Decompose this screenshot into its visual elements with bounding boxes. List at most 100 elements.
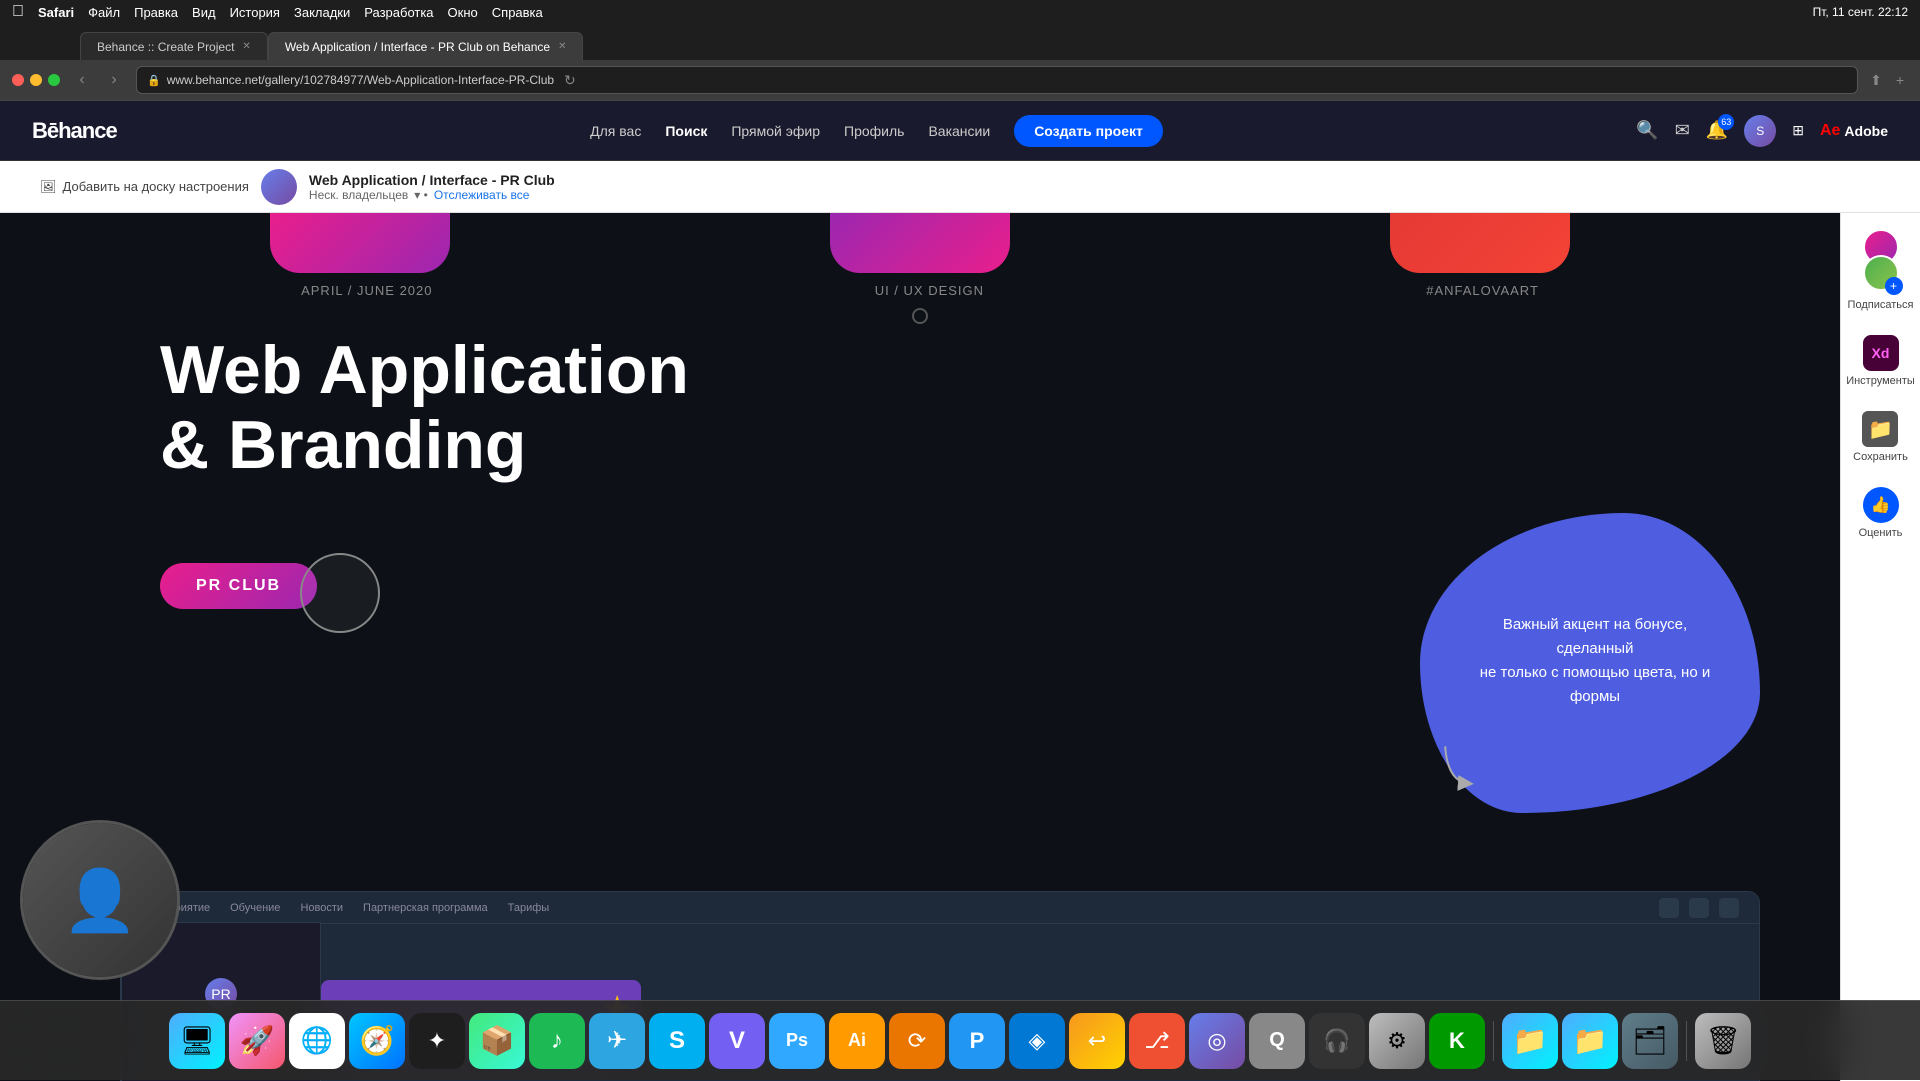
dock-arrow[interactable]: ↩ Arrow	[1069, 1013, 1125, 1069]
qbit-icon: Q	[1269, 1029, 1285, 1052]
mood-board-button[interactable]: 🖼 Добавить на доску настроения	[40, 179, 249, 195]
dock-rocket[interactable]: 🚀 Rocket	[229, 1013, 285, 1069]
store-icon: 📦	[480, 1024, 515, 1057]
sidebar-rate[interactable]: 👍 Оценить	[1859, 487, 1903, 539]
nav-search[interactable]: Поиск	[665, 123, 707, 139]
menu-bookmarks[interactable]: Закладки	[294, 5, 350, 20]
chrome-icon: 🌐	[301, 1025, 333, 1056]
project-info: Web Application / Interface - PR Club Не…	[309, 172, 555, 202]
git-icon: ⎇	[1144, 1028, 1169, 1054]
traffic-light-red[interactable]	[12, 74, 24, 86]
mockup-icon-3	[1719, 898, 1739, 918]
browser-tab-0[interactable]: Behance :: Create Project ✕	[80, 32, 268, 60]
mockup-nav-1[interactable]: Обучение	[230, 902, 280, 914]
pr-club-button[interactable]: PR CLUB	[160, 563, 317, 609]
dock-audio[interactable]: 🎧 Audio	[1309, 1013, 1365, 1069]
tab-close-1[interactable]: ✕	[558, 41, 566, 52]
blob-text: Важный акцент на бонусе, сделанный не то…	[1470, 613, 1720, 709]
menu-safari[interactable]: Safari	[38, 5, 74, 20]
mockup-nav-4[interactable]: Тарифы	[508, 902, 550, 914]
grid-icon[interactable]: ⊞	[1792, 122, 1804, 139]
save-icon: 📁	[1862, 411, 1898, 447]
nav-for-you[interactable]: Для вас	[590, 123, 641, 139]
dock-qbit[interactable]: Q qBittorrent	[1249, 1013, 1305, 1069]
dock-folder1[interactable]: 📁 Downloads	[1502, 1013, 1558, 1069]
create-project-button[interactable]: Создать проект	[1014, 115, 1163, 147]
dock-safari[interactable]: 🧭 Safari	[349, 1013, 405, 1069]
tab-close-0[interactable]: ✕	[242, 41, 250, 52]
notification-badge: 63	[1718, 114, 1734, 130]
mail-icon[interactable]: ✉	[1675, 120, 1690, 141]
address-bar[interactable]: 🔒 www.behance.net/gallery/102784977/Web-…	[136, 66, 1858, 94]
browser-tab-1[interactable]: Web Application / Interface - PR Club on…	[268, 32, 584, 60]
nav-jobs[interactable]: Вакансии	[928, 123, 990, 139]
menu-history[interactable]: История	[230, 5, 280, 20]
dock-folder3[interactable]: 🗂 Documents	[1622, 1013, 1678, 1069]
follow-all-link[interactable]: Отслеживать все	[434, 188, 530, 202]
dock-photolens[interactable]: ◎ Photo Lens	[1189, 1013, 1245, 1069]
dock-spotify[interactable]: ♪ Spotify	[529, 1013, 585, 1069]
figma-icon: ✦	[428, 1028, 446, 1054]
dock-skype[interactable]: S Skype	[649, 1013, 705, 1069]
header-avatar[interactable]: S	[1744, 115, 1776, 147]
traffic-lights	[12, 74, 60, 86]
color-bar-pink	[270, 213, 450, 273]
nav-profile[interactable]: Профиль	[844, 123, 904, 139]
menu-file[interactable]: Файл	[88, 5, 120, 20]
behance-logo[interactable]: Bēhance	[32, 118, 117, 144]
sidebar-tools[interactable]: Xd Инструменты	[1846, 335, 1915, 387]
dock-ps[interactable]: Ps Photoshop	[769, 1013, 825, 1069]
menu-edit[interactable]: Правка	[134, 5, 178, 20]
menu-view[interactable]: Вид	[192, 5, 216, 20]
menu-help[interactable]: Справка	[492, 5, 543, 20]
menu-develop[interactable]: Разработка	[364, 5, 433, 20]
mockup-nav-3[interactable]: Партнерская программа	[363, 902, 488, 914]
dock-folder2[interactable]: 📁 Folder	[1562, 1013, 1618, 1069]
traffic-light-green[interactable]	[48, 74, 60, 86]
dock-git[interactable]: ⎇ Git	[1129, 1013, 1185, 1069]
project-view: APRIL / JUNE 2020 UI / UX DESIGN #ANFALO…	[0, 213, 1840, 1081]
folder2-icon: 📁	[1573, 1024, 1608, 1057]
forward-button[interactable]: ›	[100, 66, 128, 94]
dock-settings[interactable]: ⚙ System Preferences	[1369, 1013, 1425, 1069]
add-bookmark-button[interactable]: +	[1892, 68, 1908, 92]
dock-ai[interactable]: Ai Illustrator	[829, 1013, 885, 1069]
sidebar-save[interactable]: 📁 Сохранить	[1853, 411, 1908, 463]
mac-dock: 🖥 Finder 🚀 Rocket 🌐 Chrome 🧭 Safari ✦ Fi…	[0, 1000, 1920, 1080]
dock-viber[interactable]: V Viber	[709, 1013, 765, 1069]
dock-blender[interactable]: ⟳ Blender	[889, 1013, 945, 1069]
dock-chrome[interactable]: 🌐 Chrome	[289, 1013, 345, 1069]
skype-icon: S	[669, 1027, 685, 1055]
like-button[interactable]: 👍	[1863, 487, 1899, 523]
traffic-light-yellow[interactable]	[30, 74, 42, 86]
menubar-right: Пт, 11 сент. 22:12	[1813, 5, 1908, 19]
share-button[interactable]: ⬆	[1866, 68, 1886, 93]
apple-logo-icon[interactable]: 	[12, 3, 24, 21]
reload-button[interactable]: ↻	[564, 72, 576, 89]
notification-icon[interactable]: 🔔 63	[1706, 120, 1728, 141]
mockup-nav-2[interactable]: Новости	[300, 902, 343, 914]
dock-store[interactable]: 📦 Store	[469, 1013, 525, 1069]
datetime-display: Пт, 11 сент. 22:12	[1813, 5, 1908, 19]
dock-figma[interactable]: ✦ Figma	[409, 1013, 465, 1069]
subscribe-label: Подписаться	[1848, 299, 1914, 311]
search-icon[interactable]: 🔍	[1636, 120, 1658, 141]
dock-copilot[interactable]: ◈ Copilot	[1009, 1013, 1065, 1069]
dock-trash[interactable]: 🗑 Trash	[1695, 1013, 1751, 1069]
add-avatar-button[interactable]: +	[1885, 277, 1903, 295]
nav-live[interactable]: Прямой эфир	[731, 123, 820, 139]
menu-window[interactable]: Окно	[448, 5, 478, 20]
lock-icon: 🔒	[147, 74, 161, 87]
bar-label-0: APRIL / JUNE 2020	[301, 283, 432, 298]
behance-header: Bēhance Для вас Поиск Прямой эфир Профил…	[0, 101, 1920, 161]
dock-telegram[interactable]: ✈ Telegram	[589, 1013, 645, 1069]
right-sidebar: + Подписаться Xd Инструменты 📁 Сохранить…	[1840, 213, 1920, 1081]
toolbar-right: ⬆ +	[1866, 68, 1908, 93]
folder1-icon: 📁	[1513, 1024, 1548, 1057]
title-line1: Web Application	[160, 332, 689, 408]
back-button[interactable]: ‹	[68, 66, 96, 94]
dock-finder[interactable]: 🖥 Finder	[169, 1013, 225, 1069]
dock-pixelmator[interactable]: P Pixelmator	[949, 1013, 1005, 1069]
url-display: www.behance.net/gallery/102784977/Web-Ap…	[167, 73, 554, 87]
dock-kaspersky[interactable]: K Kaspersky	[1429, 1013, 1485, 1069]
